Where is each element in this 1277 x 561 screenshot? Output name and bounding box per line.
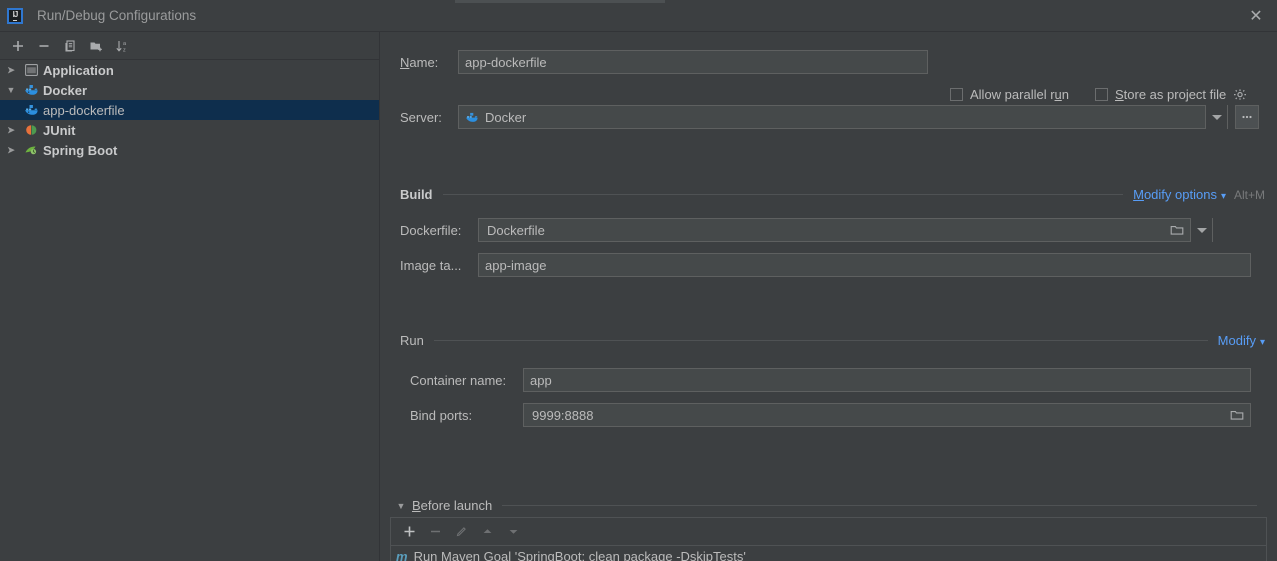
- server-combobox[interactable]: Docker: [458, 105, 1228, 129]
- run-section-title: Run: [400, 333, 424, 348]
- dockerfile-label: Dockerfile:: [400, 222, 462, 238]
- name-field-row: Name: app-dockerfile: [400, 50, 928, 74]
- before-launch-header[interactable]: ▼ Before launch: [390, 498, 1267, 513]
- add-configuration-button[interactable]: [6, 35, 30, 57]
- image-tag-label: Image ta...: [400, 257, 462, 273]
- docker-icon: [22, 104, 40, 116]
- configuration-editor-panel: Name: app-dockerfile Allow parallel run …: [380, 32, 1277, 561]
- dockerfile-input[interactable]: Dockerfile: [478, 218, 1213, 242]
- configurations-sidebar: a z ➤ Application ▼ Docker app-dockerfil…: [0, 32, 380, 561]
- tree-item-label: Spring Boot: [43, 142, 118, 158]
- image-tag-field-row: Image ta... app-image: [400, 253, 1251, 277]
- server-label: Server:: [400, 109, 442, 125]
- store-as-project-file-label: Store as project file: [1115, 87, 1227, 102]
- image-tag-input-value: app-image: [485, 257, 547, 273]
- intellij-logo-text: IJ: [12, 9, 18, 21]
- svg-text:a: a: [123, 41, 127, 47]
- tree-item-docker[interactable]: ▼ Docker: [0, 80, 379, 100]
- chevron-down-icon[interactable]: ▼: [390, 501, 412, 511]
- dockerfile-history-chevron-down-icon[interactable]: [1190, 218, 1212, 242]
- before-launch-task-list: m Run Maven Goal 'SpringBoot: clean pack…: [390, 545, 1267, 561]
- container-name-input[interactable]: app: [523, 368, 1251, 392]
- before-launch-remove-button[interactable]: [423, 521, 447, 543]
- save-configuration-folder-button[interactable]: [84, 35, 108, 57]
- before-launch-toolbar: [390, 517, 1267, 545]
- image-tag-input[interactable]: app-image: [478, 253, 1251, 277]
- store-as-project-file-checkbox[interactable]: Store as project file: [1095, 87, 1247, 102]
- tree-item-application[interactable]: ➤ Application: [0, 60, 379, 80]
- container-name-field-row: Container name: app: [410, 368, 1251, 392]
- modify-options-shortcut: Alt+M: [1233, 187, 1265, 202]
- chevron-right-icon[interactable]: ➤: [0, 65, 22, 76]
- modify-options-link[interactable]: Modify options ▾: [1133, 187, 1226, 202]
- allow-parallel-run-label: Allow parallel run: [970, 87, 1070, 102]
- before-launch-move-up-button[interactable]: [475, 521, 499, 543]
- svg-text:z: z: [123, 47, 126, 53]
- before-launch-edit-pencil-icon[interactable]: [449, 521, 473, 543]
- title-accent-bar: [455, 0, 665, 3]
- before-launch-title: Before launch: [412, 498, 493, 513]
- maven-icon: m: [396, 549, 408, 561]
- dialog-title: Run/Debug Configurations: [37, 8, 197, 23]
- run-section-header: Run Modify ▾: [400, 333, 1265, 348]
- section-divider: [433, 340, 1208, 341]
- tree-item-app-dockerfile[interactable]: app-dockerfile: [0, 100, 379, 120]
- tree-item-label: Docker: [43, 82, 88, 98]
- bind-ports-field-row: Bind ports: 9999:8888: [410, 403, 1251, 427]
- list-item[interactable]: m Run Maven Goal 'SpringBoot: clean pack…: [391, 546, 1266, 561]
- gear-icon[interactable]: [1233, 88, 1247, 102]
- dockerfile-input-value: Dockerfile: [487, 222, 545, 238]
- bind-ports-input-value: 9999:8888: [532, 407, 594, 423]
- build-section-header: Build Modify options ▾ Alt+M: [400, 187, 1265, 202]
- remove-configuration-button[interactable]: [32, 35, 56, 57]
- title-bar: IJ Run/Debug Configurations ✕: [0, 0, 1277, 32]
- chevron-right-icon[interactable]: ➤: [0, 145, 22, 156]
- checkbox-box-icon[interactable]: [950, 88, 963, 101]
- application-icon: [22, 64, 40, 76]
- name-input[interactable]: app-dockerfile: [458, 50, 928, 74]
- run-modify-link[interactable]: Modify ▾: [1218, 333, 1265, 348]
- before-launch-panel: m Run Maven Goal 'SpringBoot: clean pack…: [390, 517, 1267, 561]
- tree-item-junit[interactable]: ➤ JUnit: [0, 120, 379, 140]
- before-launch-task-label: Run Maven Goal 'SpringBoot: clean packag…: [413, 549, 746, 561]
- name-input-value: app-dockerfile: [465, 54, 547, 70]
- bind-ports-label: Bind ports:: [410, 407, 473, 423]
- bind-ports-input[interactable]: 9999:8888: [523, 403, 1251, 427]
- server-combobox-value: Docker: [485, 109, 527, 125]
- server-browse-button[interactable]: [1235, 105, 1259, 129]
- section-divider: [442, 194, 1124, 195]
- tree-item-label: JUnit: [43, 122, 76, 138]
- chevron-down-icon[interactable]: [1205, 105, 1227, 129]
- section-divider: [502, 505, 1257, 506]
- close-icon[interactable]: ✕: [1235, 0, 1277, 32]
- junit-icon: [22, 124, 40, 136]
- tree-item-label: app-dockerfile: [43, 102, 125, 118]
- spring-boot-icon: [22, 144, 40, 156]
- name-label: Name:: [400, 54, 439, 70]
- before-launch-add-button[interactable]: [397, 521, 421, 543]
- dockerfile-browse-folder-icon[interactable]: [1163, 224, 1190, 236]
- configurations-tree: ➤ Application ▼ Docker app-dockerfile ➤ …: [0, 60, 379, 561]
- before-launch-move-down-button[interactable]: [501, 521, 525, 543]
- docker-icon: [465, 112, 479, 123]
- intellij-logo-icon: IJ: [7, 7, 23, 24]
- sidebar-toolbar: a z: [0, 32, 379, 60]
- bind-ports-browse-folder-icon[interactable]: [1223, 409, 1250, 421]
- chevron-right-icon[interactable]: ➤: [0, 125, 22, 136]
- server-field-row: Server: Docker: [400, 105, 1259, 129]
- build-section-title: Build: [400, 187, 433, 202]
- run-debug-configurations-dialog: IJ Run/Debug Configurations ✕ a z ➤ Appl…: [0, 0, 1277, 561]
- dialog-body: a z ➤ Application ▼ Docker app-dockerfil…: [0, 32, 1277, 561]
- chevron-down-icon[interactable]: ▼: [0, 85, 22, 95]
- tree-item-label: Application: [43, 62, 114, 78]
- dockerfile-field-row: Dockerfile: Dockerfile: [400, 218, 1213, 242]
- docker-icon: [22, 84, 40, 96]
- container-name-input-value: app: [530, 372, 552, 388]
- sort-configurations-button[interactable]: a z: [110, 35, 134, 57]
- copy-configuration-button[interactable]: [58, 35, 82, 57]
- tree-item-spring-boot[interactable]: ➤ Spring Boot: [0, 140, 379, 160]
- checkbox-box-icon[interactable]: [1095, 88, 1108, 101]
- container-name-label: Container name:: [410, 372, 507, 388]
- allow-parallel-run-checkbox[interactable]: Allow parallel run: [950, 87, 1069, 102]
